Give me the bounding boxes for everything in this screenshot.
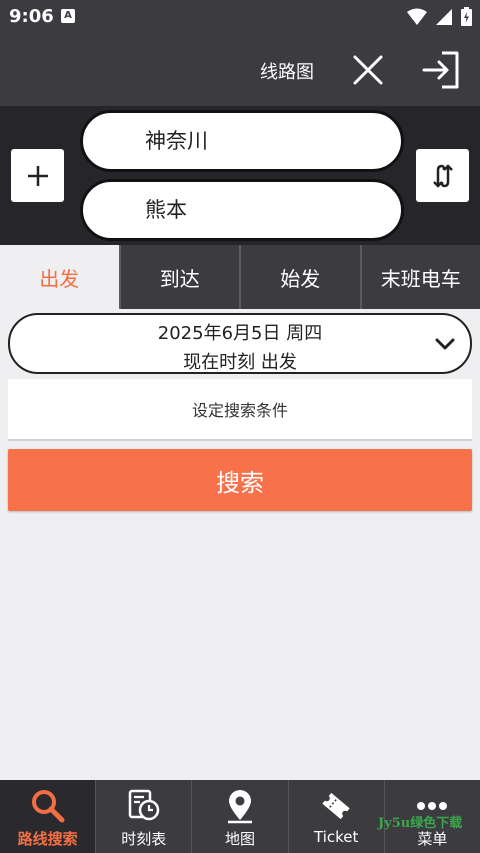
- notification-a-icon: A: [61, 9, 75, 23]
- nav-label: 时刻表: [121, 830, 167, 848]
- swap-icon: [432, 163, 453, 188]
- nav-label: 菜单: [417, 830, 448, 848]
- nav-label: 地图: [225, 830, 256, 848]
- search-button[interactable]: 搜索: [8, 449, 472, 511]
- nav-timetable[interactable]: 时刻表: [95, 780, 191, 853]
- plus-icon: [27, 165, 48, 186]
- search-icon: [31, 790, 65, 823]
- status-time: 9:06: [9, 6, 54, 27]
- watermark: Jy5u绿色下载: [378, 816, 463, 831]
- tab-last-train[interactable]: 末班电车: [359, 245, 480, 309]
- search-conditions-button[interactable]: 设定搜索条件: [8, 379, 472, 441]
- departure-station-field[interactable]: 神奈川: [80, 110, 404, 172]
- app-header: 线路图: [0, 34, 480, 106]
- login-icon: [422, 51, 459, 89]
- time-text: 现在时刻 出发: [183, 352, 297, 373]
- route-panel: 神奈川 熊本: [0, 106, 480, 245]
- status-bar: 9:06 A: [0, 0, 480, 34]
- battery-icon: [461, 7, 472, 26]
- chevron-down-icon: [435, 338, 455, 350]
- date-text: 2025年6月5日 周四: [157, 323, 323, 344]
- route-map-link[interactable]: 线路图: [260, 58, 314, 84]
- arrival-station-field[interactable]: 熊本: [80, 179, 404, 241]
- nav-map[interactable]: 地图: [191, 780, 287, 853]
- wifi-icon: [407, 8, 427, 25]
- nav-label: Ticket: [314, 828, 359, 846]
- nav-label: 路线搜索: [17, 830, 78, 848]
- datetime-selector[interactable]: 2025年6月5日 周四 现在时刻 出发: [8, 313, 472, 374]
- timetable-icon: [128, 789, 160, 821]
- signal-icon: [436, 8, 452, 25]
- map-pin-icon: [228, 790, 252, 824]
- status-icons: [407, 7, 472, 26]
- swap-stations-button[interactable]: [416, 149, 469, 202]
- tab-departure[interactable]: 出发: [0, 245, 119, 309]
- tab-arrival[interactable]: 到达: [118, 245, 240, 309]
- tab-first-train[interactable]: 始发: [239, 245, 360, 309]
- ticket-icon: [322, 792, 350, 820]
- login-button[interactable]: [420, 48, 464, 92]
- search-mode-tabs: 出发 到达 始发 末班电车: [0, 245, 480, 309]
- add-via-button[interactable]: [11, 149, 64, 202]
- nav-ticket[interactable]: Ticket: [287, 780, 384, 853]
- nav-route-search[interactable]: 路线搜索: [0, 780, 96, 853]
- close-icon: [353, 55, 383, 85]
- close-button[interactable]: [348, 50, 388, 90]
